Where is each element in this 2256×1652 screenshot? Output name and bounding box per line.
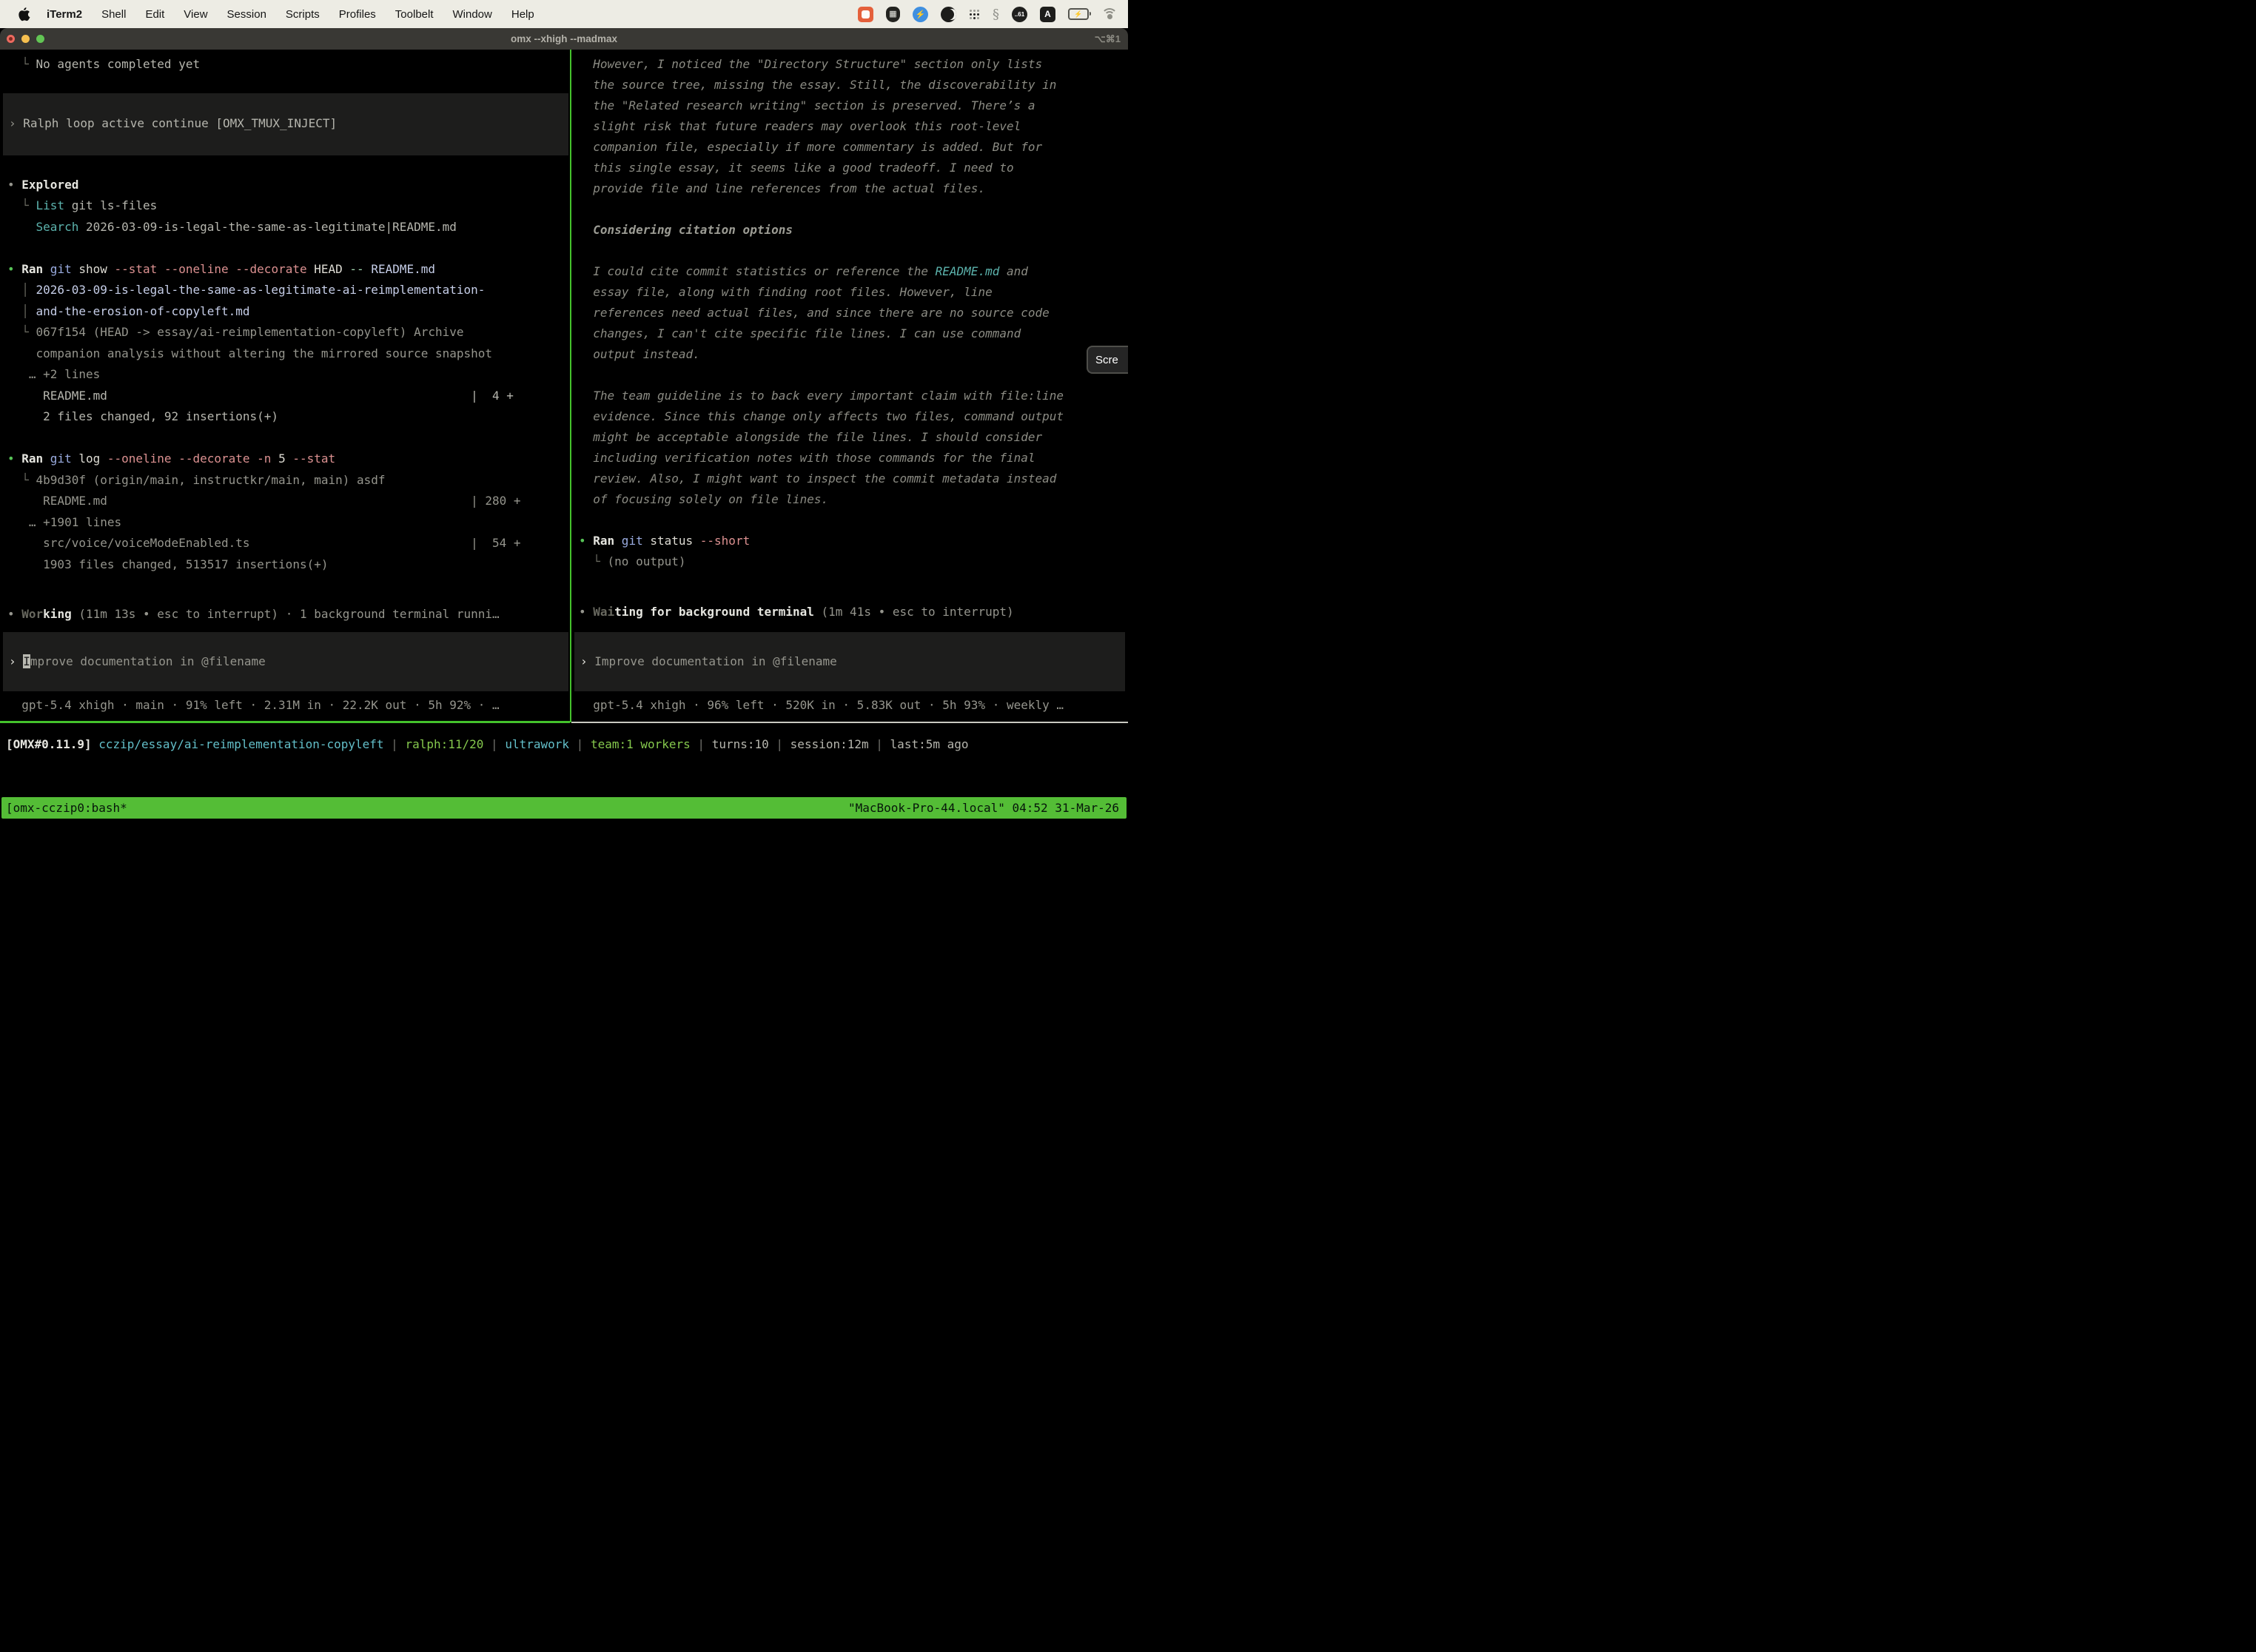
terminal-line: this single essay, it seems like a good … (579, 158, 1128, 178)
chat-bubble-icon[interactable] (858, 7, 873, 22)
terminal-line: However, I noticed the "Directory Struct… (579, 54, 1128, 75)
tmux-host-clock: "MacBook-Pro-44.local" 04:52 31-Mar-26 (848, 801, 1119, 815)
terminal-line: README.md | 4 + (7, 386, 570, 407)
terminal-line: might be acceptable alongside the file l… (579, 427, 1128, 448)
terminal-line: src/voice/voiceModeEnabled.ts | 54 + (7, 533, 570, 554)
terminal-line: │ and-the-erosion-of-copyleft.md (7, 301, 570, 323)
squiggle-icon[interactable]: § (993, 7, 999, 22)
menu-item-scripts[interactable]: Scripts (286, 8, 320, 21)
battery-icon[interactable]: ⚡ (1068, 8, 1089, 20)
terminal-line: gpt-5.4 xhigh · 96% left · 520K in · 5.8… (579, 695, 1128, 716)
terminal-line: … +2 lines (7, 364, 570, 386)
terminal-line: • Ran git log --oneline --decorate -n 5 … (7, 449, 570, 470)
terminal-line: gpt-5.4 xhigh · main · 91% left · 2.31M … (7, 695, 570, 716)
bolt-badge-icon[interactable]: ⚡ (913, 7, 928, 22)
right-pane-border (571, 722, 1128, 723)
terminal-line: └ 067f154 (HEAD -> essay/ai-reimplementa… (7, 322, 570, 343)
terminal-line: • Working (11m 13s • esc to interrupt) ·… (7, 604, 570, 625)
terminal-line: references need actual files, and since … (579, 303, 1128, 323)
omx-status-line: [OMX#0.11.9] cczip/essay/ai-reimplementa… (0, 734, 1128, 756)
terminal-line: provide file and line references from th… (579, 178, 1128, 199)
terminal-line: changes, I can't cite specific file line… (579, 323, 1128, 344)
blank-line (579, 510, 1128, 531)
terminal-line: Search 2026-03-09-is-legal-the-same-as-l… (7, 217, 570, 238)
terminal-line: essay file, along with finding root file… (579, 282, 1128, 303)
terminal-line: … +1901 lines (7, 512, 570, 534)
terminal-line: the "Related research writing" section i… (579, 95, 1128, 116)
inject-banner: › Ralph loop active continue [OMX_TMUX_I… (3, 93, 568, 155)
terminal-line: └ 4b9d30f (origin/main, instructkr/main,… (7, 470, 570, 491)
tmux-status-bar: [omx-cczip0:bash* "MacBook-Pro-44.local"… (1, 797, 1127, 819)
keyboard-a-icon[interactable]: A (1040, 7, 1055, 22)
menu-bar: iTerm2 Shell Edit View Session Scripts Profile… (0, 0, 1128, 28)
menu-item-edit[interactable]: Edit (145, 8, 164, 21)
prompt-input[interactable]: › Improve documentation in @filename (3, 632, 568, 691)
terminal-line: The team guideline is to back every impo… (579, 386, 1128, 406)
apple-menu-icon[interactable] (18, 7, 30, 21)
blank-line (579, 572, 1128, 593)
blank-line (579, 365, 1128, 386)
terminal-line: 2 files changed, 92 insertions(+) (7, 406, 570, 428)
window-title: omx --xhigh --madmax (0, 33, 1128, 44)
tmux-session-label: [omx-cczip0:bash* (6, 801, 127, 815)
menu-item-view[interactable]: View (184, 8, 207, 21)
pane-divider[interactable] (570, 50, 571, 722)
terminal-line: │ 2026-03-09-is-legal-the-same-as-legiti… (7, 280, 570, 301)
terminal-line: review. Also, I might want to inspect th… (579, 469, 1128, 489)
menu-item-iterm2[interactable]: iTerm2 (47, 8, 82, 21)
dots-grid-icon[interactable] (969, 9, 980, 20)
blank-line (579, 241, 1128, 261)
terminal-line: of focusing solely on file lines. (579, 489, 1128, 510)
menu-item-window[interactable]: Window (453, 8, 492, 21)
notification-popup[interactable]: Scre (1087, 346, 1128, 374)
left-pane[interactable]: └ No agents completed yet › Ralph loop ac… (0, 50, 570, 722)
terminal-line: • Ran git status --short (579, 531, 1128, 551)
terminal-line: • Explored (7, 175, 570, 196)
terminal-line: evidence. Since this change only affects… (579, 406, 1128, 427)
right-pane[interactable]: However, I noticed the "Directory Struct… (571, 50, 1128, 722)
shield-icon[interactable]: ▦ (886, 7, 900, 22)
menu-items: iTerm2 Shell Edit View Session Scripts Profile… (47, 8, 534, 21)
terminal-line: Considering citation options (579, 220, 1128, 241)
zoom-window-button[interactable] (36, 35, 44, 43)
window-shortcut-badge: ⌥⌘1 (1095, 33, 1121, 45)
terminal-line: README.md | 280 + (7, 491, 570, 512)
minimize-window-button[interactable] (21, 35, 30, 43)
moon-circle-icon[interactable] (941, 7, 956, 22)
blank-line (7, 238, 570, 259)
close-window-button[interactable] (7, 35, 15, 43)
terminal: └ No agents completed yet › Ralph loop ac… (0, 50, 1128, 826)
terminal-line: └ (no output) (579, 551, 1128, 572)
blank-line (579, 199, 1128, 220)
terminal-line: the source tree, missing the essay. Stil… (579, 75, 1128, 95)
menu-item-toolbelt[interactable]: Toolbelt (395, 8, 434, 21)
menu-item-shell[interactable]: Shell (101, 8, 126, 21)
timer-badge-icon[interactable]: ..61 (1012, 7, 1027, 22)
terminal-line: companion analysis without altering the … (7, 343, 570, 365)
terminal-line: output instead. (579, 344, 1128, 365)
left-pane-border (0, 721, 570, 723)
terminal-line: including verification notes with those … (579, 448, 1128, 469)
terminal-line: slight risk that future readers may over… (579, 116, 1128, 137)
window-title-bar: omx --xhigh --madmax ⌥⌘1 (0, 28, 1128, 50)
terminal-line: I could cite commit statistics or refere… (579, 261, 1128, 282)
terminal-line: companion file, especially if more comme… (579, 137, 1128, 158)
terminal-line: 1903 files changed, 513517 insertions(+) (7, 554, 570, 576)
wifi-icon[interactable] (1101, 8, 1118, 20)
terminal-line: • Waiting for background terminal (1m 41… (579, 602, 1128, 622)
menu-item-session[interactable]: Session (227, 8, 266, 21)
terminal-line: • Ran git show --stat --oneline --decora… (7, 259, 570, 281)
terminal-line: └ List git ls-files (7, 195, 570, 217)
blank-line (7, 575, 570, 597)
menu-item-profiles[interactable]: Profiles (339, 8, 376, 21)
menu-item-help[interactable]: Help (511, 8, 534, 21)
blank-line (7, 428, 570, 449)
prompt-input[interactable]: › Improve documentation in @filename (574, 632, 1125, 691)
terminal-line: └ No agents completed yet (7, 54, 570, 75)
menu-status-icons: ▦ ⚡ § ..61 A ⚡ (858, 7, 1118, 22)
